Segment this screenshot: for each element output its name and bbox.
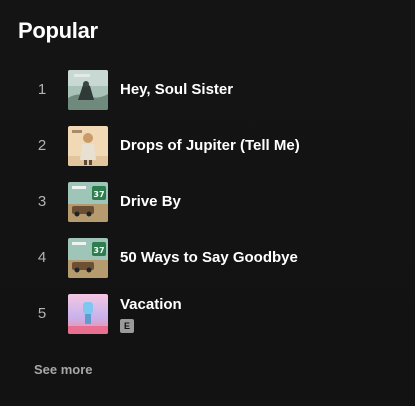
album-art: 37 [68, 182, 108, 222]
track-info: Hey, Soul Sister [120, 62, 233, 118]
track-row[interactable]: 1 Hey, Soul Sister [0, 62, 415, 118]
track-row[interactable]: 2 Drops of Jupiter (Tell Me) [0, 118, 415, 174]
see-more-button[interactable]: See more [34, 361, 93, 379]
track-list: 1 Hey, Soul Sister 2 Drops of Jupiter (T… [0, 62, 415, 342]
svg-text:37: 37 [93, 190, 104, 199]
track-info: Vacation E [120, 286, 182, 342]
svg-text:37: 37 [93, 246, 104, 255]
album-art [68, 294, 108, 334]
track-row[interactable]: 4 37 50 Ways to Say Goodbye [0, 230, 415, 286]
track-title[interactable]: Hey, Soul Sister [120, 80, 233, 100]
album-art: 37 [68, 238, 108, 278]
track-title[interactable]: Drops of Jupiter (Tell Me) [120, 136, 300, 156]
section-title: Popular [18, 18, 98, 43]
track-row[interactable]: 5 Vacation E [0, 286, 415, 342]
track-info: Drops of Jupiter (Tell Me) [120, 118, 300, 174]
track-title[interactable]: Vacation [120, 295, 182, 315]
track-title[interactable]: 50 Ways to Say Goodbye [120, 248, 298, 268]
track-info: 50 Ways to Say Goodbye [120, 230, 298, 286]
track-info: Drive By [120, 174, 181, 230]
track-number: 3 [37, 193, 47, 210]
explicit-badge: E [120, 319, 134, 333]
popular-section: Popular 1 Hey, Soul Sister 2 Drops of Ju… [0, 0, 415, 406]
track-title[interactable]: Drive By [120, 192, 181, 212]
track-number: 4 [37, 249, 47, 266]
album-art [68, 126, 108, 166]
track-number: 2 [37, 137, 47, 154]
track-number: 5 [37, 305, 47, 322]
track-row[interactable]: 3 37 Drive By [0, 174, 415, 230]
track-number: 1 [37, 81, 47, 98]
album-art [68, 70, 108, 110]
